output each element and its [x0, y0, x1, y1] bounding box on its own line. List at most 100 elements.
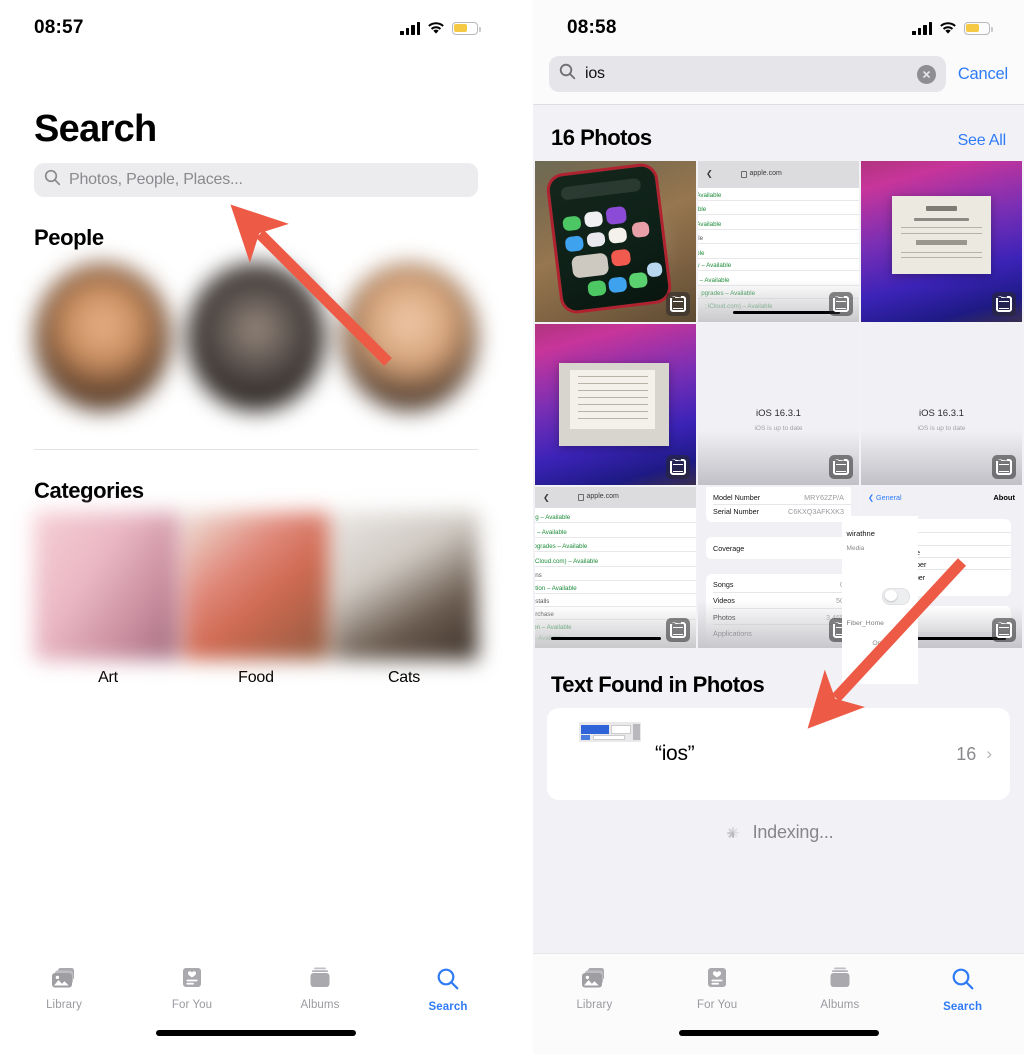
search-input[interactable]: ios [549, 56, 946, 92]
search-placeholder: Photos, People, Places... [69, 171, 243, 188]
search-icon [44, 169, 61, 191]
category-thumbnail-art[interactable] [34, 512, 180, 660]
row-label: Songs [713, 580, 734, 590]
tab-label: For You [171, 999, 213, 1011]
live-text-icon[interactable] [666, 455, 690, 479]
categories-thumbnail-row[interactable] [34, 512, 478, 660]
tab-search[interactable]: Search [901, 967, 1024, 1013]
cellular-signal-icon [400, 22, 420, 35]
live-text-icon[interactable] [666, 292, 690, 316]
tab-for-you[interactable]: For You [656, 967, 779, 1013]
row-value: C6KXQ3AFKXK3 [788, 506, 844, 516]
search-input[interactable]: Photos, People, Places... [34, 163, 478, 197]
photo-thumbnail-apple-id-signin-paper[interactable] [861, 161, 1022, 322]
page-title: Search [34, 108, 157, 150]
photo-thumbnail-wifi-settings-partial[interactable]: wirathne Media Fiber_Home On [842, 516, 918, 684]
photos-section-header: 16 Photos See All [533, 105, 1024, 161]
wifi-icon [427, 21, 445, 35]
row-label: Serial Number [713, 506, 759, 516]
text-found-thumbnail [579, 722, 641, 742]
thumbnail-back-label: ❮ General [868, 492, 902, 502]
photos-count-heading: 16 Photos [551, 125, 652, 150]
tab-bar: Library For You Albums Search [533, 953, 1024, 1054]
search-value: ios [585, 65, 605, 82]
thumbnail-url-text: apple.com [586, 493, 619, 501]
clear-icon[interactable] [916, 64, 936, 84]
photo-thumbnail-red-iphone-on-desk[interactable] [535, 161, 696, 322]
indexing-status: Indexing... [533, 822, 1024, 843]
status-time: 08:57 [34, 17, 84, 38]
text-found-result-row[interactable]: “ios” 16 › [547, 708, 1010, 800]
live-text-icon[interactable] [829, 292, 853, 316]
tab-for-you[interactable]: For You [128, 967, 256, 1013]
live-text-icon[interactable] [992, 618, 1016, 642]
category-labels: Art Food Cats [34, 669, 478, 687]
right-phone-screen: 08:58 ios Cancel 16 Photos See All ❮ app… [533, 0, 1024, 1054]
thumbnail-wifi-name: wirathne [846, 529, 875, 539]
left-phone-screen: 08:57 Search Photos, People, Places... P… [0, 0, 512, 1054]
tab-label: Search [428, 1001, 468, 1013]
photo-thumbnail-document-on-gradient[interactable] [535, 324, 696, 485]
category-label-food: Food [238, 669, 274, 686]
see-all-link[interactable]: See All [958, 132, 1007, 150]
photo-thumbnail-apple-com-coverage-page[interactable]: ❮ apple.com – Available ailable – Availa… [698, 161, 859, 322]
tab-label: Albums [820, 999, 860, 1011]
live-text-icon[interactable] [992, 455, 1016, 479]
person-avatar[interactable] [187, 263, 325, 411]
screenshot-canvas: 08:57 Search Photos, People, Places... P… [0, 0, 1024, 1054]
row-value: MRY62ZP/A [804, 492, 844, 502]
text-found-count: 16 [956, 743, 977, 764]
category-label-art: Art [98, 669, 118, 686]
cancel-button[interactable]: Cancel [958, 65, 1008, 84]
cellular-signal-icon [912, 22, 932, 35]
tab-albums[interactable]: Albums [256, 967, 384, 1013]
live-text-icon[interactable] [666, 618, 690, 642]
thumbnail-row: Coverage › [706, 542, 851, 555]
thumbnail-url-text: apple.com [749, 169, 782, 177]
search-icon [436, 967, 460, 996]
thumbnail-wifi-state: On [872, 640, 882, 648]
home-indicator [156, 1030, 356, 1036]
people-thumbnail-row[interactable] [34, 259, 478, 415]
tab-label: Search [943, 1001, 983, 1013]
tab-library[interactable]: Library [0, 967, 128, 1013]
live-text-icon[interactable] [829, 455, 853, 479]
photo-results-grid: ❮ apple.com – Available ailable – Availa… [533, 161, 1024, 648]
tab-search[interactable]: Search [384, 967, 512, 1013]
indexing-label: Indexing... [752, 822, 834, 842]
battery-icon [452, 21, 481, 35]
thumbnail-wifi-ssid: Fiber_Home [846, 620, 884, 628]
photo-thumbnail-ios-software-update-2[interactable]: iOS 16.3.1 iOS is up to date [861, 324, 1022, 485]
thumbnail-row: Model Number MRY62ZP/A [706, 492, 851, 502]
thumbnail-ios-version: iOS 16.3.1 [919, 407, 964, 419]
albums-icon [308, 967, 332, 994]
category-thumbnail-food[interactable] [183, 512, 329, 660]
live-text-icon[interactable] [992, 292, 1016, 316]
photo-thumbnail-ios-software-update-1[interactable]: iOS 16.3.1 iOS is up to date [698, 324, 859, 485]
tab-label: Library [576, 999, 613, 1011]
text-found-heading: Text Found in Photos [551, 672, 765, 697]
tab-albums[interactable]: Albums [779, 967, 902, 1013]
tab-library[interactable]: Library [533, 967, 656, 1013]
for-you-icon [706, 967, 728, 994]
people-section-heading: People [34, 225, 104, 250]
category-thumbnail-cats[interactable] [332, 512, 478, 660]
toggle-switch[interactable] [882, 588, 911, 606]
search-icon [559, 63, 576, 85]
thumbnail-row: Songs 0 [706, 578, 851, 592]
tab-bar: Library For You Albums Search [0, 954, 512, 1054]
search-icon [951, 967, 975, 996]
chevron-right-icon: › [986, 744, 992, 763]
home-indicator [678, 1030, 879, 1036]
thumbnail-wifi-sub: Media [846, 544, 865, 552]
person-avatar[interactable] [340, 263, 478, 411]
library-icon [581, 967, 607, 994]
library-icon [51, 967, 77, 994]
categories-section-heading: Categories [34, 478, 144, 503]
photo-thumbnail-settings-about-storage[interactable]: Model Number MRY62ZP/A Serial Number C6K… [698, 487, 859, 648]
photo-thumbnail-apple-com-coverage-page-2[interactable]: ❮ apple.com ng – Available p – Available… [535, 487, 696, 648]
person-avatar[interactable] [34, 263, 172, 411]
thumbnail-title: About [993, 492, 1015, 502]
for-you-icon [181, 967, 203, 994]
text-found-query: “ios” [655, 742, 695, 765]
